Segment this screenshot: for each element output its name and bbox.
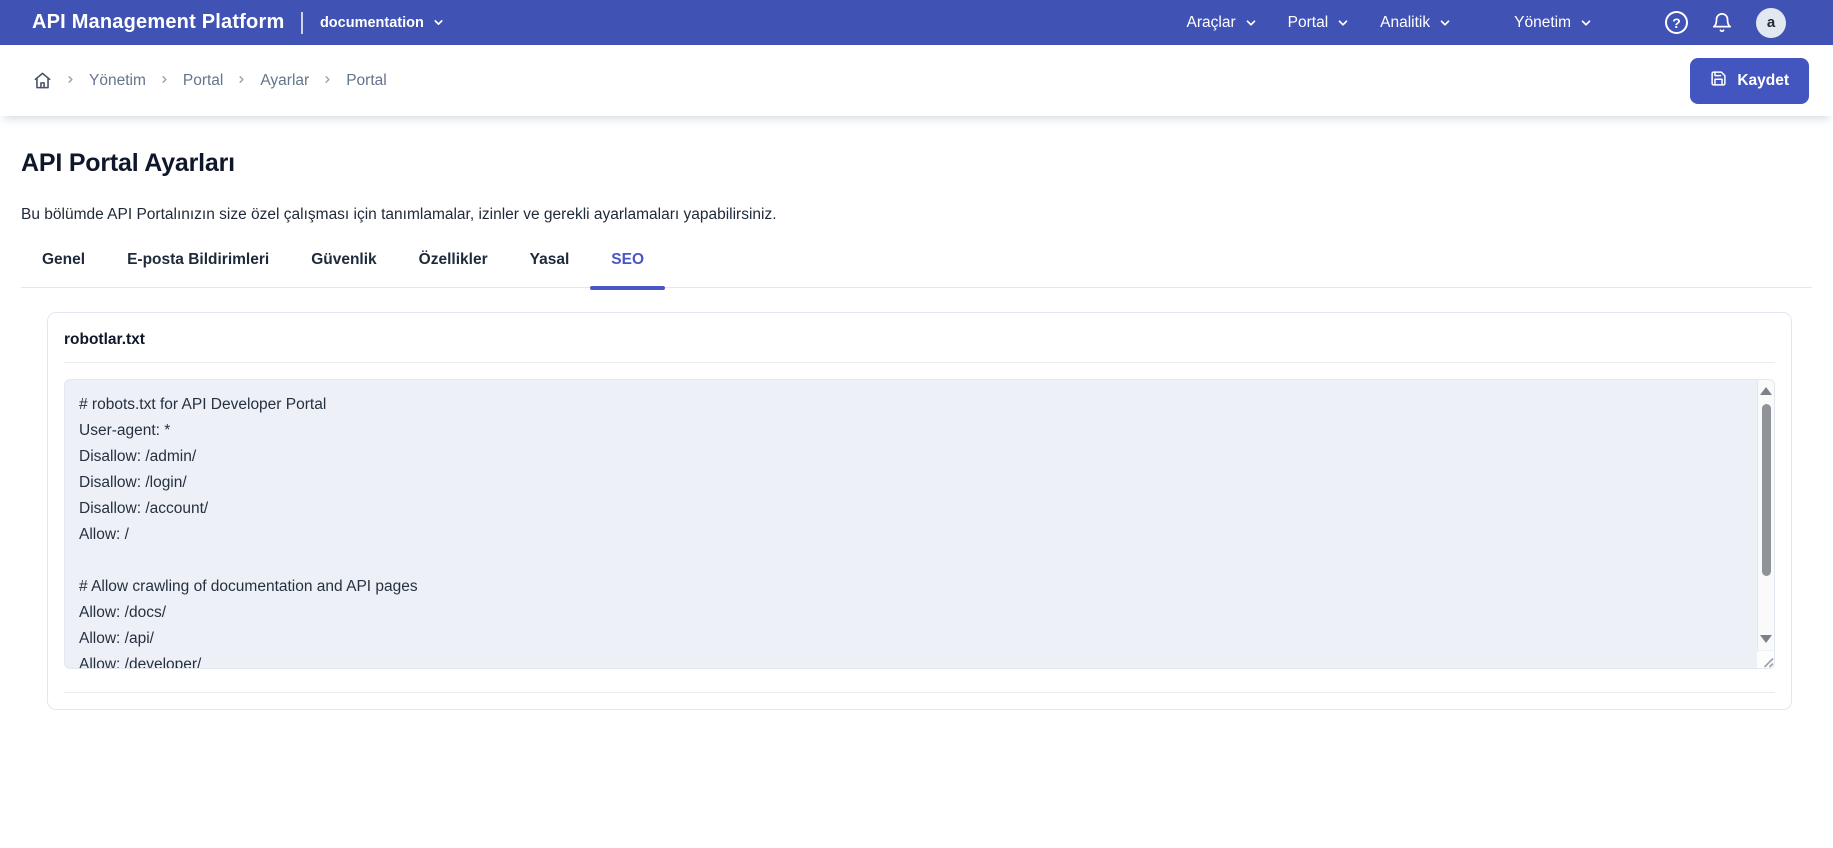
chevron-down-icon <box>1579 16 1593 30</box>
breadcrumb-bar: Yönetim Portal Ayarlar Portal Kaydet <box>0 45 1833 116</box>
robots-txt-card: robotlar.txt # robots.txt for API Develo… <box>47 312 1792 710</box>
chevron-down-icon <box>432 16 445 29</box>
navbar-menu: Araçlar Portal Analitik Yönetim ? <box>1187 8 1786 38</box>
robots-txt-editor-wrap: # robots.txt for API Developer Portal Us… <box>64 379 1775 669</box>
textarea-resize-handle-icon[interactable] <box>1757 651 1774 668</box>
main-content: API Portal Ayarları Bu bölümde API Porta… <box>0 116 1833 710</box>
scrollbar-up-arrow-icon[interactable] <box>1758 384 1774 398</box>
brand-title: API Management Platform <box>32 11 284 34</box>
menu-araclar[interactable]: Araçlar <box>1187 14 1258 32</box>
page-title: API Portal Ayarları <box>21 149 1812 178</box>
chevron-down-icon <box>1438 16 1452 30</box>
menu-yonetim[interactable]: Yönetim <box>1514 14 1593 32</box>
help-icon[interactable]: ? <box>1665 11 1688 34</box>
robots-txt-heading: robotlar.txt <box>64 329 1775 363</box>
breadcrumb-item-ayarlar[interactable]: Ayarlar <box>260 72 309 90</box>
top-navbar: API Management Platform documentation Ar… <box>0 0 1833 45</box>
breadcrumb-item-portal[interactable]: Portal <box>183 72 224 90</box>
scrollbar-thumb[interactable] <box>1762 404 1771 576</box>
home-icon[interactable] <box>33 71 52 90</box>
page-subtitle: Bu bölümde API Portalınızın size özel ça… <box>21 206 1812 224</box>
menu-analitik[interactable]: Analitik <box>1380 14 1452 32</box>
menu-yonetim-label: Yönetim <box>1514 14 1571 32</box>
tab-guvenlik[interactable]: Güvenlik <box>290 251 397 287</box>
breadcrumb: Yönetim Portal Ayarlar Portal <box>33 71 387 90</box>
avatar-initial: a <box>1767 14 1775 31</box>
chevron-right-icon <box>65 72 76 90</box>
chevron-right-icon <box>236 72 247 90</box>
save-button[interactable]: Kaydet <box>1690 58 1809 104</box>
breadcrumb-item-portal-current[interactable]: Portal <box>346 72 387 90</box>
save-icon <box>1710 70 1727 92</box>
notifications-bell-icon[interactable] <box>1711 12 1733 34</box>
menu-araclar-label: Araçlar <box>1187 14 1236 32</box>
tab-genel[interactable]: Genel <box>21 251 106 287</box>
robots-txt-textarea[interactable]: # robots.txt for API Developer Portal Us… <box>64 379 1775 669</box>
card-footer-divider <box>64 692 1775 693</box>
tab-seo[interactable]: SEO <box>590 251 665 287</box>
menu-analitik-label: Analitik <box>1380 14 1430 32</box>
chevron-down-icon <box>1244 16 1258 30</box>
portal-selector-dropdown[interactable]: documentation <box>320 15 445 31</box>
settings-tab-bar: Genel E-posta Bildirimleri Güvenlik Özel… <box>21 251 1812 288</box>
menu-portal[interactable]: Portal <box>1288 14 1351 32</box>
save-button-label: Kaydet <box>1737 72 1789 90</box>
menu-portal-label: Portal <box>1288 14 1329 32</box>
chevron-right-icon <box>322 72 333 90</box>
user-avatar[interactable]: a <box>1756 8 1786 38</box>
breadcrumb-item-yonetim[interactable]: Yönetim <box>89 72 146 90</box>
portal-selector-label: documentation <box>320 15 424 31</box>
tab-ozellikler[interactable]: Özellikler <box>398 251 509 287</box>
tab-yasal[interactable]: Yasal <box>509 251 591 287</box>
chevron-down-icon <box>1336 16 1350 30</box>
scrollbar-down-arrow-icon[interactable] <box>1758 632 1774 646</box>
chevron-right-icon <box>159 72 170 90</box>
tab-eposta-bildirimleri[interactable]: E-posta Bildirimleri <box>106 251 290 287</box>
help-glyph: ? <box>1672 15 1681 31</box>
textarea-scrollbar[interactable] <box>1757 380 1774 650</box>
brand-divider <box>301 12 303 34</box>
navbar-icon-group: ? a <box>1665 8 1786 38</box>
